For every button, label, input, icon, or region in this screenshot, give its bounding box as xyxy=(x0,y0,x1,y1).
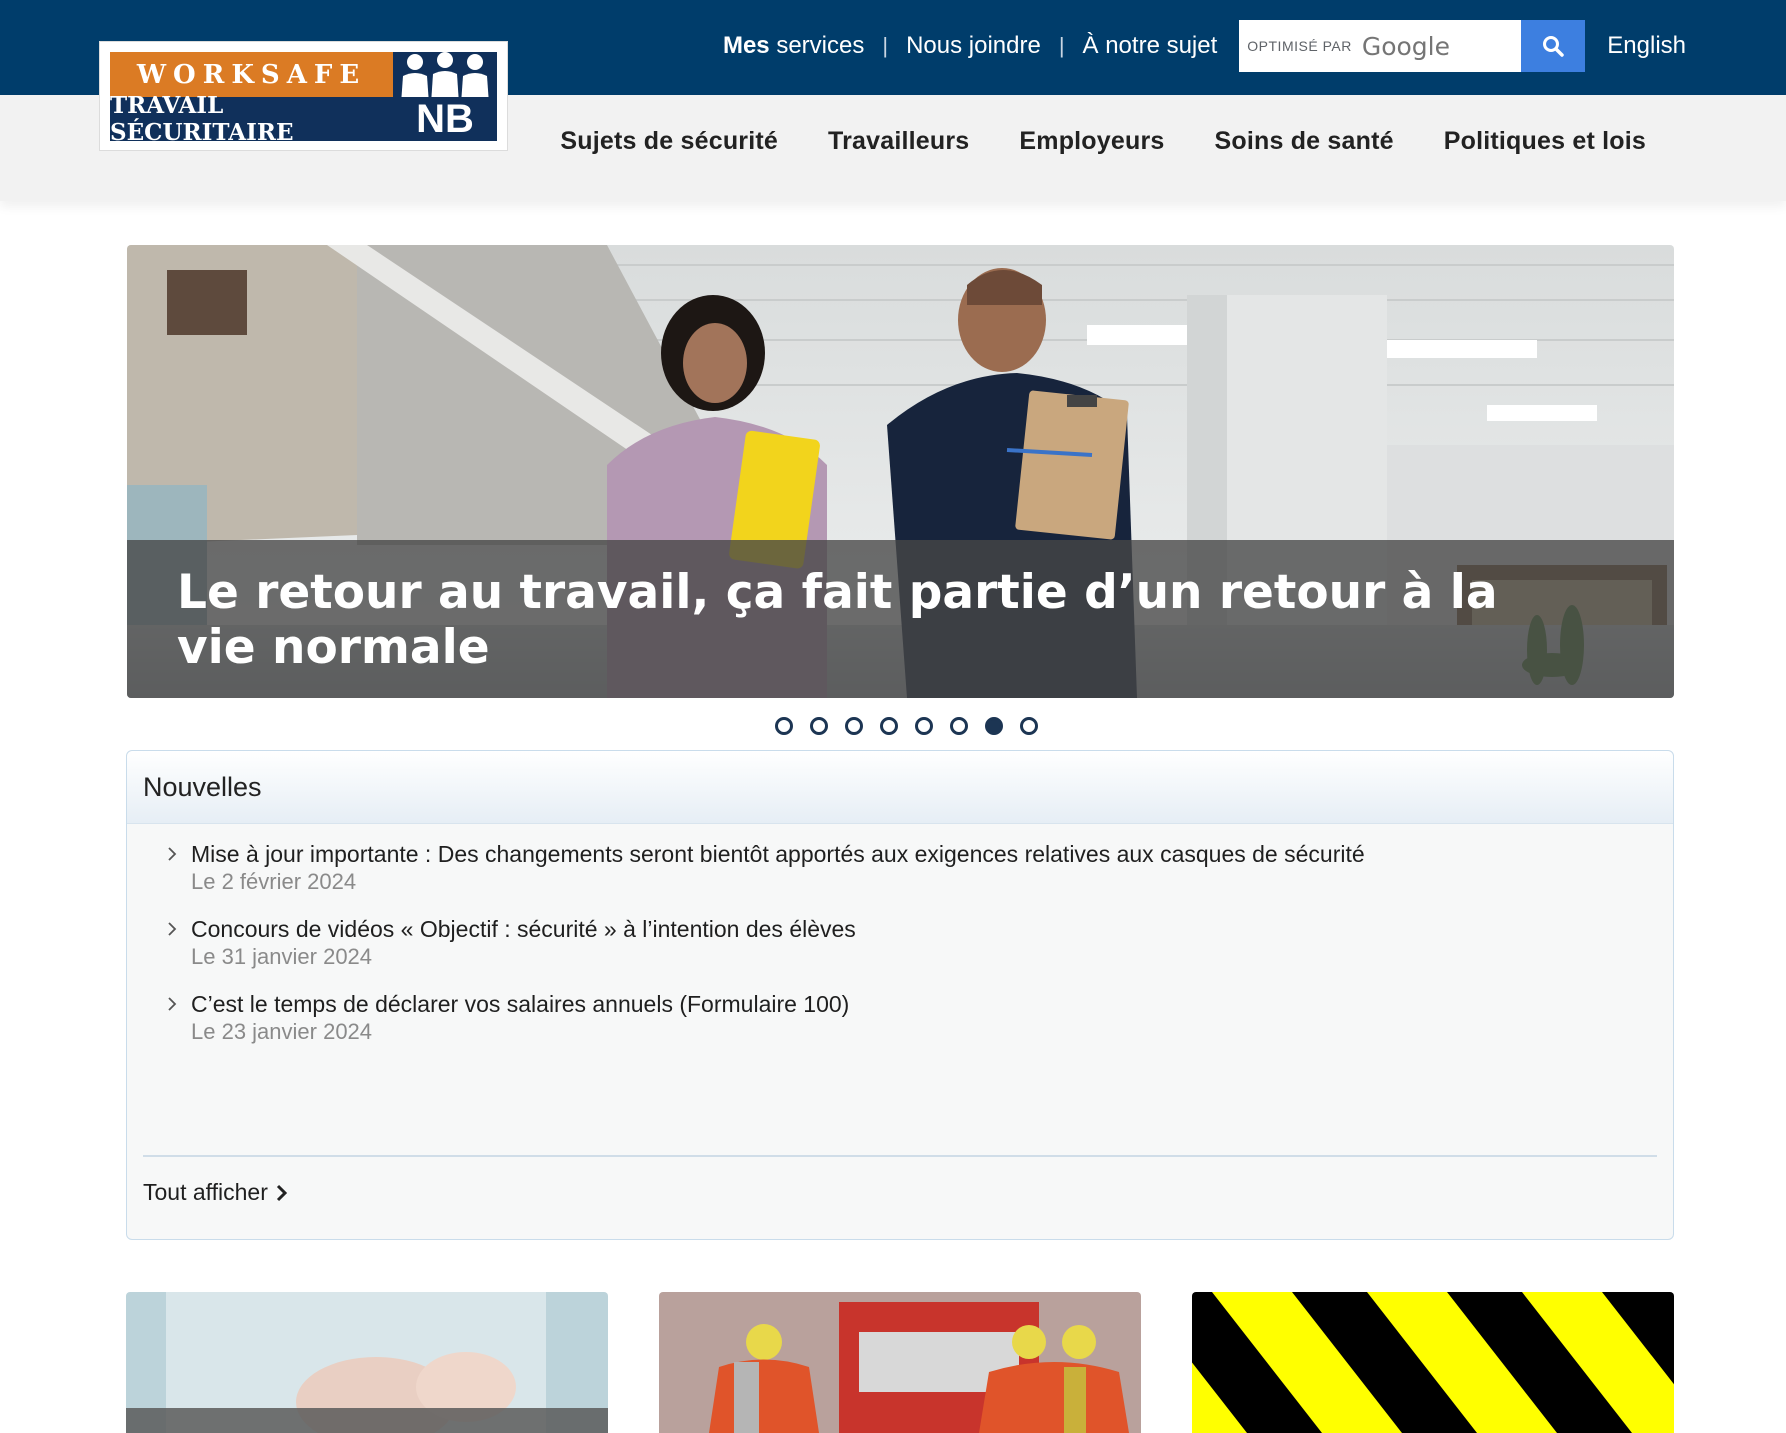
hero-caption[interactable]: Le retour au travail, ça fait partie d’u… xyxy=(177,565,1577,675)
worksafe-nb-logo[interactable]: WORKSAFE TRAVAIL SÉCURITAIRE NB xyxy=(100,42,507,150)
nav-item-safety-topics[interactable]: Sujets de sécurité xyxy=(560,127,778,156)
news-item: Mise à jour importante : Des changements… xyxy=(167,840,1673,895)
news-item-date: Le 2 février 2024 xyxy=(191,869,357,894)
search-icon xyxy=(1543,36,1565,57)
firefighters-image xyxy=(659,1292,1141,1433)
hands-image xyxy=(126,1292,608,1433)
search-input[interactable]: OPTIMISÉ PAR Google xyxy=(1239,20,1522,72)
contact-link[interactable]: Nous joindre xyxy=(906,32,1041,60)
chevron-right-icon xyxy=(168,997,177,1011)
site-search: OPTIMISÉ PAR Google xyxy=(1239,20,1586,72)
hero-caption-bar: Le retour au travail, ça fait partie d’u… xyxy=(127,540,1674,698)
my-services-link[interactable]: Mes services xyxy=(723,32,864,60)
news-panel: Nouvelles Mise à jour importante : Des c… xyxy=(126,750,1674,1240)
carousel-dot[interactable] xyxy=(845,717,863,735)
logo-nb-text: NB xyxy=(399,97,491,141)
view-all-label: Tout afficher xyxy=(143,1179,268,1205)
news-item-link[interactable]: Concours de vidéos « Objectif : sécurité… xyxy=(191,915,1673,943)
hero-carousel[interactable]: Le retour au travail, ça fait partie d’u… xyxy=(127,245,1674,698)
news-item: C’est le temps de déclarer vos salaires … xyxy=(167,990,1673,1045)
about-link[interactable]: À notre sujet xyxy=(1083,32,1218,60)
search-button[interactable] xyxy=(1521,20,1586,72)
carousel-indicators xyxy=(775,717,1038,735)
carousel-dot[interactable] xyxy=(880,717,898,735)
chevron-right-icon xyxy=(276,1184,287,1201)
nav-item-health-care[interactable]: Soins de santé xyxy=(1215,127,1394,156)
language-toggle-link[interactable]: English xyxy=(1607,32,1686,60)
carousel-dot[interactable] xyxy=(950,717,968,735)
news-item: Concours de vidéos « Objectif : sécurité… xyxy=(167,915,1673,970)
carousel-dot[interactable] xyxy=(810,717,828,735)
separator: | xyxy=(882,33,889,58)
news-item-date: Le 23 janvier 2024 xyxy=(191,1019,373,1044)
view-all-news-link[interactable]: Tout afficher xyxy=(143,1179,288,1206)
logo-worksafe-text: WORKSAFE xyxy=(110,52,393,97)
nav-item-workers[interactable]: Travailleurs xyxy=(828,127,969,156)
news-item-link[interactable]: C’est le temps de déclarer vos salaires … xyxy=(191,990,1673,1018)
logo-nb-badge: NB xyxy=(393,52,497,141)
feature-card-firefighters[interactable] xyxy=(659,1292,1141,1433)
nav-item-employers[interactable]: Employeurs xyxy=(1019,127,1164,156)
carousel-dot[interactable] xyxy=(985,717,1003,735)
main-nav: Sujets de sécurité Travailleurs Employeu… xyxy=(560,127,1646,156)
search-powered-by: OPTIMISÉ PAR xyxy=(1247,38,1352,54)
hazard-stripes-image xyxy=(1192,1292,1674,1433)
feature-card-hazard-stripes[interactable] xyxy=(1192,1292,1674,1433)
carousel-dot[interactable] xyxy=(915,717,933,735)
news-list: Mise à jour importante : Des changements… xyxy=(127,824,1673,1045)
separator: | xyxy=(1058,33,1065,58)
chevron-right-icon xyxy=(168,847,177,861)
news-heading: Nouvelles xyxy=(127,751,1673,824)
news-item-date: Le 31 janvier 2024 xyxy=(191,944,373,969)
news-footer: Tout afficher xyxy=(143,1155,1657,1206)
utility-nav: Mes services | Nous joindre | À notre su… xyxy=(723,20,1686,72)
carousel-dot[interactable] xyxy=(1020,717,1038,735)
carousel-dot[interactable] xyxy=(775,717,793,735)
feature-card-hands[interactable] xyxy=(126,1292,608,1433)
news-item-link[interactable]: Mise à jour importante : Des changements… xyxy=(191,840,1673,868)
chevron-right-icon xyxy=(168,922,177,936)
google-brand: Google xyxy=(1361,31,1450,61)
nav-item-policies-laws[interactable]: Politiques et lois xyxy=(1444,127,1646,156)
logo-travail-text: TRAVAIL SÉCURITAIRE xyxy=(110,92,393,146)
